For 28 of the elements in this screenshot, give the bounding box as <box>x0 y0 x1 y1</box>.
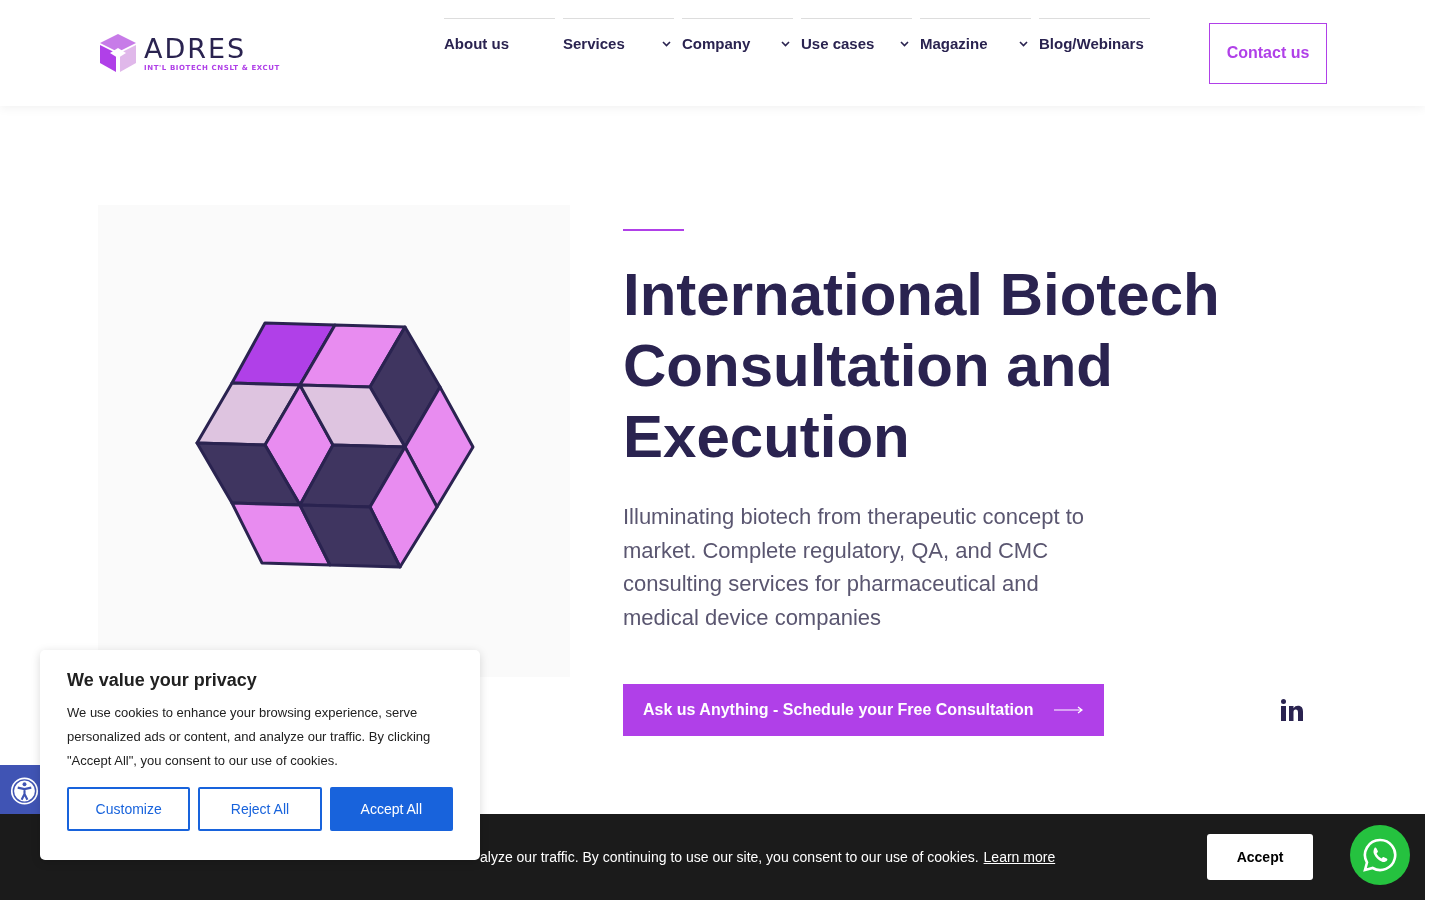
consent-button[interactable]: Reject All <box>198 787 322 831</box>
nav-link[interactable]: Use cases <box>801 18 912 52</box>
logo-name: ADRES <box>144 34 248 62</box>
nav-link[interactable]: Magazine <box>920 18 1031 52</box>
nav-link[interactable]: Blog/Webinars <box>1039 18 1150 52</box>
nav-link[interactable]: Services <box>563 18 674 52</box>
accept-button[interactable]: Accept <box>1207 834 1313 880</box>
chevron-icon <box>1019 40 1028 47</box>
whatsapp-icon <box>1362 837 1398 873</box>
privacy-text: We use cookies to enhance your browsing experience, serve personalized ads or content, and analyze our traffic. By clicking "Accept All", you consent to our use of cookies. <box>67 704 432 770</box>
chevron-icon <box>781 40 790 47</box>
consent-button[interactable]: Accept All <box>329 787 453 831</box>
accessibility-icon[interactable] <box>9 775 40 807</box>
arrow-icon <box>1053 706 1084 714</box>
chevron-icon <box>662 40 671 47</box>
hero-title: International Biotech Consultation and Execution <box>623 260 1221 472</box>
nav-link[interactable]: About us <box>444 18 555 52</box>
learn-more-link[interactable]: Learn more <box>983 849 1056 865</box>
contact-button[interactable]: Contact us <box>1209 22 1327 84</box>
logo-icon <box>98 34 138 72</box>
cookie-notice-text: alyze our traffic. By continuing to use our site, you consent to our use of cookies. <box>480 849 979 865</box>
hero-subtitle: Illuminating biotech from therapeutic concept to market. Complete regulatory, QA, and CMC consulting services for pharmaceutical and medical device companies <box>623 503 1086 632</box>
linkedin-icon[interactable] <box>1281 699 1303 721</box>
nav-link[interactable]: Company <box>682 18 793 52</box>
consent-button[interactable]: Customize <box>67 787 191 831</box>
privacy-title: We value your privacy <box>67 670 258 691</box>
chevron-icon <box>900 40 909 47</box>
consultation-button[interactable]: Ask us Anything - Schedule your Free Consultation <box>623 684 1104 736</box>
